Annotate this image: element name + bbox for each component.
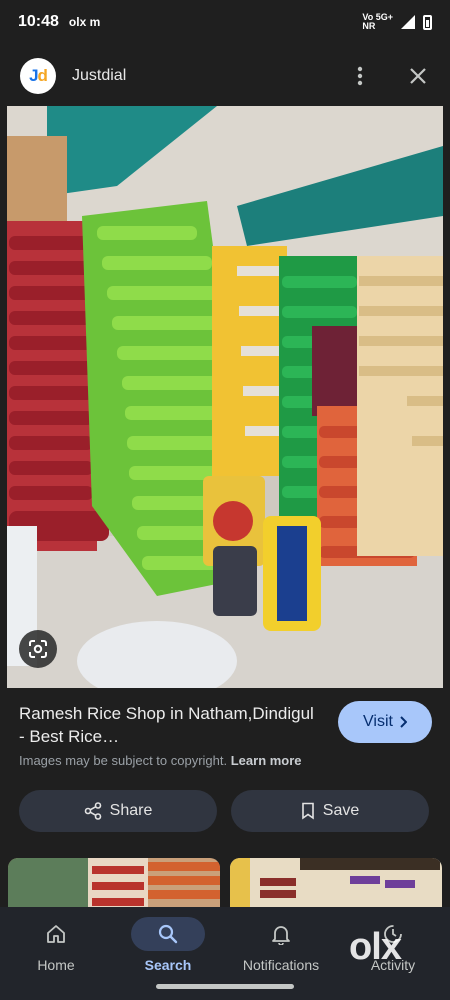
close-icon [410,68,426,84]
share-label: Share [109,802,153,819]
site-logo-d: d [37,66,48,85]
bell-icon [272,926,290,945]
header-actions [348,64,430,88]
bookmark-icon [301,802,314,820]
olx-watermark: olx [349,925,402,968]
search-icon [158,924,178,944]
close-button[interactable] [406,64,430,88]
rice-shop-photo [7,106,443,688]
signal-icon [401,15,415,29]
more-vert-icon [357,66,363,86]
save-button[interactable]: Save [231,790,429,832]
copyright-text: Images may be subject to copyright. [19,753,228,768]
result-title[interactable]: Ramesh Rice Shop in Natham,Dindigul - Be… [19,702,319,748]
nav-notifications[interactable]: Notifications [231,917,331,973]
nav-home[interactable]: Home [6,917,106,973]
status-time: 10:48 [18,13,59,30]
status-notification-icons: olx m [68,15,101,29]
visit-label: Visit [363,713,393,730]
status-indicators: Vo 5G+ NR [362,13,432,31]
visit-button[interactable]: Visit [338,701,432,743]
nav-home-pill [19,917,93,951]
nav-search-pill [131,917,205,951]
status-bar: 10:48 olx m Vo 5G+ NR [0,0,450,44]
home-indicator[interactable] [156,984,294,989]
lens-button[interactable] [19,630,57,668]
chevron-right-icon [400,716,407,728]
more-options-button[interactable] [348,64,372,88]
source-header: Jd Justdial [0,50,450,102]
nav-search-label: Search [144,957,192,973]
copyright-notice: Images may be subject to copyright. Lear… [19,753,302,768]
battery-icon [423,14,432,30]
nav-search[interactable]: Search [118,917,218,973]
home-icon [47,925,65,943]
result-image[interactable] [7,106,443,688]
network-type-bottom: NR [362,21,376,31]
related-image-1-photo [8,858,220,908]
share-button[interactable]: Share [19,790,217,832]
share-icon [84,802,101,820]
site-logo-j: J [29,66,39,85]
nav-home-label: Home [37,957,75,973]
related-image-1[interactable] [8,858,220,908]
learn-more-link[interactable]: Learn more [231,753,302,768]
google-lens-icon [29,640,47,658]
save-label: Save [322,802,360,819]
related-image-2-photo [230,858,442,908]
nav-notifications-pill [244,917,318,951]
related-image-2[interactable] [230,858,442,908]
site-name[interactable]: Justdial [72,67,126,85]
nav-notifications-label: Notifications [242,957,320,973]
site-logo[interactable]: Jd [20,58,56,94]
network-type: Vo 5G+ NR [362,13,393,31]
